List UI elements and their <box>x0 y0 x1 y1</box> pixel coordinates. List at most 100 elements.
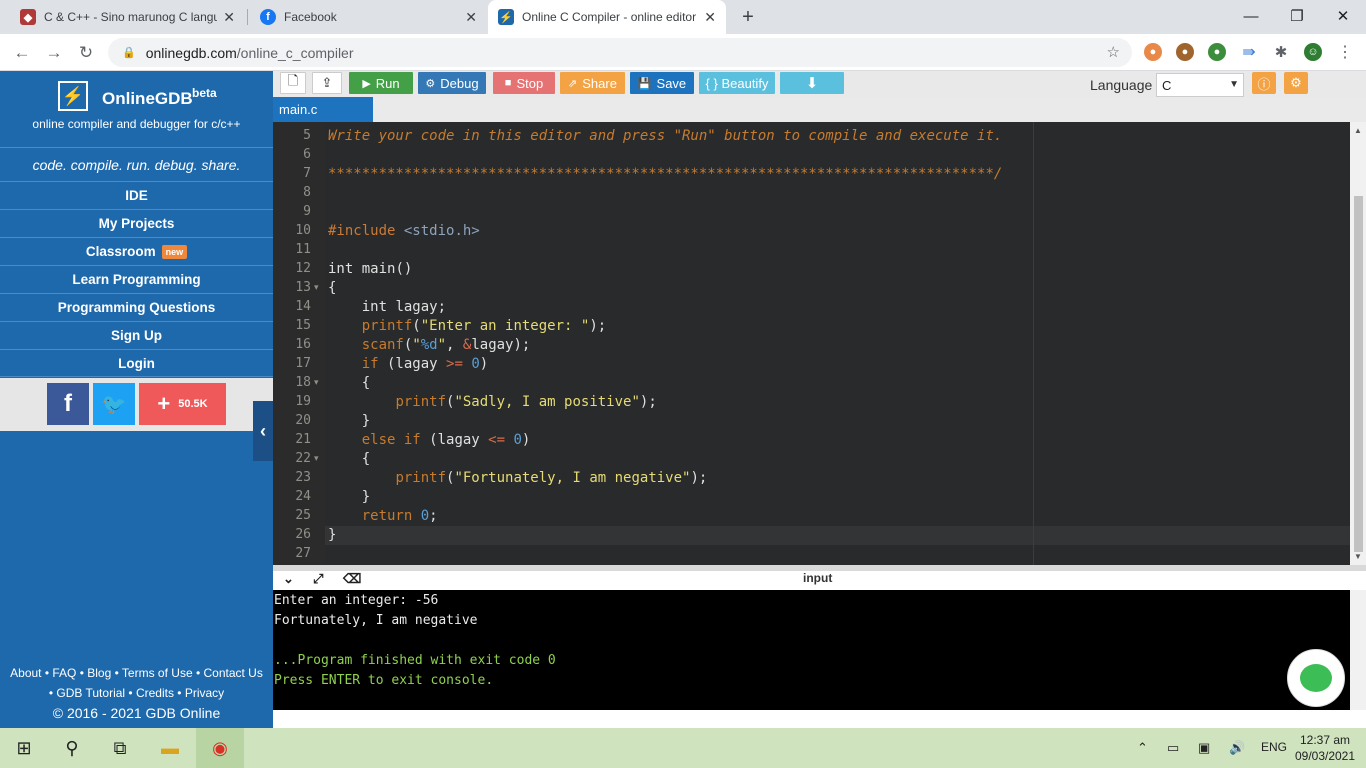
url-host: onlinegdb.com <box>145 44 237 61</box>
arrow-extension-icon[interactable]: ⇛ <box>1240 43 1258 61</box>
console-scrollbar[interactable] <box>1350 590 1366 710</box>
chevron-down-icon[interactable]: ⌄ <box>283 571 294 587</box>
browser-tab-strip: ◆ C & C++ - Sino marunog C langu ✕ f Fac… <box>0 0 1366 34</box>
code-line[interactable]: printf("Sadly, I am positive"); <box>328 394 656 410</box>
save-label: Save <box>656 75 687 91</box>
fold-arrow-icon[interactable]: ▾ <box>314 454 319 464</box>
close-tab-icon[interactable]: ✕ <box>465 9 477 26</box>
code-line[interactable]: ****************************************… <box>328 166 1002 182</box>
upload-icon[interactable]: ⇪ <box>312 72 342 94</box>
minimize-button[interactable]: — <box>1228 0 1274 32</box>
browser-tab-facebook[interactable]: f Facebook ✕ <box>250 0 487 34</box>
language-label: Language <box>1090 77 1153 93</box>
beautify-button[interactable]: { } Beautify <box>699 72 775 94</box>
scrollbar-thumb[interactable] <box>1354 196 1363 552</box>
url-input[interactable]: 🔒 onlinegdb.com/online_c_compiler ☆ <box>108 38 1132 67</box>
scroll-down-icon[interactable]: ▼ <box>1354 552 1362 561</box>
editor-scrollbar[interactable]: ▲ ▼ <box>1350 122 1366 565</box>
sidebar-item-ide[interactable]: IDE <box>0 181 273 209</box>
code-line[interactable]: int lagay; <box>328 299 446 315</box>
console-output[interactable]: Enter an integer: -56 Fortunately, I am … <box>273 590 1350 710</box>
bookmark-star-icon[interactable]: ☆ <box>1107 43 1120 61</box>
twitter-bird-icon: 🐦 <box>101 393 127 416</box>
code-line[interactable]: return 0; <box>328 508 438 524</box>
chat-bubble-button[interactable] <box>1287 649 1345 707</box>
close-window-button[interactable]: ✕ <box>1320 0 1366 32</box>
nav-label: My Projects <box>98 216 175 231</box>
code-line[interactable]: Write your code in this editor and press… <box>328 128 1002 144</box>
code-line[interactable]: int main() <box>328 261 412 277</box>
profile-avatar[interactable]: ☺ <box>1304 43 1322 61</box>
battery-icon[interactable]: ▭ <box>1167 740 1179 756</box>
info-icon[interactable]: ⓘ <box>1252 72 1276 94</box>
footer-links[interactable]: About • FAQ • Blog • Terms of Use • Cont… <box>0 663 273 683</box>
input-label[interactable]: input <box>803 571 832 585</box>
code-line[interactable]: } <box>328 413 370 429</box>
sidebar-item-learn-programming[interactable]: Learn Programming <box>0 265 273 293</box>
chevron-up-icon[interactable]: ⌃ <box>1137 740 1148 756</box>
maximize-button[interactable]: ❐ <box>1274 0 1320 32</box>
line-number: 20 <box>295 413 311 428</box>
forward-arrow-icon[interactable]: → <box>42 41 66 65</box>
task-view-icon[interactable]: ⧉ <box>96 728 144 768</box>
browser-menu-icon[interactable]: ⋮ <box>1336 43 1354 61</box>
sidebar-item-sign-up[interactable]: Sign Up <box>0 321 273 349</box>
input-language[interactable]: ENG <box>1261 740 1287 754</box>
code-line[interactable]: else if (lagay <= 0) <box>328 432 531 448</box>
puzzle-extensions-icon[interactable]: ✱ <box>1272 43 1290 61</box>
code-line[interactable]: #include <stdio.h> <box>328 223 480 239</box>
back-arrow-icon[interactable]: ← <box>10 41 34 65</box>
tab-main-c[interactable]: main.c <box>273 97 373 122</box>
share-button[interactable]: ⇗ Share <box>560 72 625 94</box>
facebook-share-button[interactable]: f <box>47 383 89 425</box>
sidebar-item-classroom[interactable]: Classroom new <box>0 237 273 265</box>
browser-tab-onlinegdb[interactable]: ⚡ Online C Compiler - online editor ✕ <box>488 0 726 34</box>
code-line[interactable]: } <box>328 489 370 505</box>
code-line[interactable]: } <box>328 527 336 543</box>
debug-button[interactable]: ⚙ Debug <box>418 72 486 94</box>
fold-arrow-icon[interactable]: ▾ <box>314 283 319 293</box>
code-editor[interactable]: 5 6 7 8 9 10 11 12 13 ▾ 14 15 16 17 18 ▾ 19 20 21 22 ▾ 23 24 25… <box>273 122 1350 565</box>
share-count-button[interactable]: + 50.5K <box>139 383 226 425</box>
chrome-icon[interactable]: ◉ <box>196 728 244 768</box>
sidebar-item-login[interactable]: Login <box>0 349 273 377</box>
search-icon[interactable]: ⚲ <box>48 728 96 768</box>
code-line[interactable]: { <box>328 375 370 391</box>
collapse-sidebar-chevron-icon[interactable]: ‹ <box>253 401 273 461</box>
expand-icon[interactable]: ⤢ <box>313 571 323 587</box>
cookie-extension-icon[interactable]: ● <box>1176 43 1194 61</box>
code-line[interactable]: { <box>328 451 370 467</box>
download-button[interactable]: ⬇ <box>780 72 844 94</box>
reload-icon[interactable]: ↻ <box>74 41 98 65</box>
browser-tab-c-cpp[interactable]: ◆ C & C++ - Sino marunog C langu ✕ <box>10 0 245 34</box>
run-button[interactable]: ▶ Run <box>349 72 413 94</box>
code-line[interactable]: if (lagay >= 0) <box>328 356 488 372</box>
save-button[interactable]: 💾 Save <box>630 72 694 94</box>
system-clock[interactable]: 12:37 am 09/03/2021 <box>1290 732 1360 764</box>
close-tab-icon[interactable]: ✕ <box>704 9 716 26</box>
sidebar-item-programming-questions[interactable]: Programming Questions <box>0 293 273 321</box>
code-line[interactable]: printf("Fortunately, I am negative"); <box>328 470 707 486</box>
new-file-icon[interactable]: 🗋 <box>280 72 306 94</box>
scroll-up-icon[interactable]: ▲ <box>1354 126 1362 135</box>
fold-arrow-icon[interactable]: ▾ <box>314 378 319 388</box>
code-line[interactable]: scanf("%d", &lagay); <box>328 337 531 353</box>
windows-start-icon[interactable]: ⊞ <box>0 728 48 768</box>
globe-extension-icon[interactable]: ● <box>1208 43 1226 61</box>
volume-icon[interactable]: 🔊 <box>1229 740 1245 756</box>
clear-console-icon[interactable]: ⌫ <box>343 571 361 587</box>
code-line[interactable]: { <box>328 280 336 296</box>
footer-links-2[interactable]: • GDB Tutorial • Credits • Privacy <box>0 683 273 703</box>
network-icon[interactable]: ▣ <box>1198 740 1210 756</box>
file-explorer-icon[interactable]: ▬ <box>146 728 194 768</box>
stop-button[interactable]: ■ Stop <box>493 72 555 94</box>
code-line[interactable]: printf("Enter an integer: "); <box>328 318 606 334</box>
language-select[interactable]: C ▼ <box>1156 73 1244 97</box>
brand-header[interactable]: ⚡ OnlineGDB beta online compiler and deb… <box>0 71 273 145</box>
settings-gear-icon[interactable]: ⚙ <box>1284 72 1308 94</box>
twitter-share-button[interactable]: 🐦 <box>93 383 135 425</box>
close-tab-icon[interactable]: ✕ <box>223 9 235 26</box>
extension-icon[interactable]: ● <box>1144 43 1162 61</box>
new-tab-button[interactable]: + <box>730 0 766 34</box>
sidebar-item-my-projects[interactable]: My Projects <box>0 209 273 237</box>
